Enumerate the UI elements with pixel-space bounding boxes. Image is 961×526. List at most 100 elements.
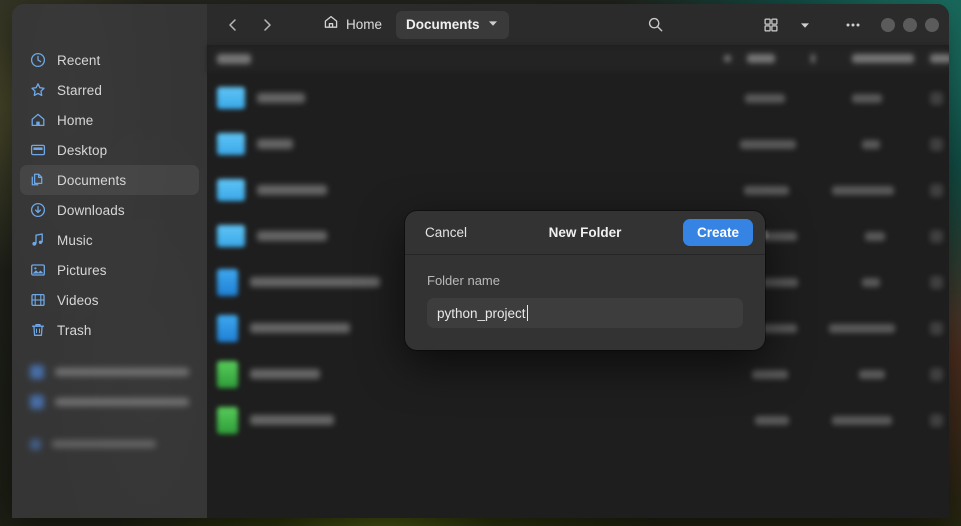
- network-icon: [30, 395, 44, 409]
- file-name-obscured: [257, 139, 293, 149]
- sidebar-item-obscured[interactable]: [20, 387, 199, 417]
- back-button[interactable]: [219, 11, 247, 39]
- network-icon: [30, 438, 41, 450]
- file-modified-obscured: [829, 323, 895, 333]
- search-button[interactable]: [641, 11, 669, 39]
- column-divider: [811, 54, 815, 63]
- pictures-icon: [30, 262, 46, 278]
- folder-name-input[interactable]: python_project: [427, 298, 743, 328]
- documents-icon: [30, 172, 46, 188]
- sidebar-item-label-obscured: [55, 368, 189, 376]
- sidebar-item-label: Starred: [57, 82, 102, 98]
- file-modified-obscured: [859, 369, 885, 379]
- file-badge-obscured: [930, 137, 943, 151]
- sidebar-item-obscured[interactable]: [20, 357, 199, 387]
- file-size-obscured: [755, 415, 789, 425]
- home-icon: [30, 112, 46, 128]
- column-header-modified[interactable]: [852, 54, 914, 63]
- file-modified-obscured: [865, 231, 885, 241]
- table-row[interactable]: [207, 75, 949, 121]
- file-badge-obscured: [930, 229, 943, 243]
- table-row[interactable]: [207, 351, 949, 397]
- breadcrumb-home[interactable]: Home: [315, 10, 390, 39]
- chevron-down-icon: [487, 16, 499, 34]
- sidebar-item-home[interactable]: Home: [20, 105, 199, 135]
- breadcrumb-current[interactable]: Documents: [396, 10, 509, 39]
- breadcrumb-current-label: Documents: [406, 17, 480, 32]
- file-size-obscured: [744, 185, 789, 195]
- videos-icon: [30, 292, 46, 308]
- file-modified-obscured: [832, 415, 892, 425]
- music-icon: [30, 232, 46, 248]
- doc-blue-icon: [217, 268, 238, 296]
- table-row[interactable]: [207, 167, 949, 213]
- sidebar-item-label: Recent: [57, 52, 101, 68]
- network-icon: [30, 365, 44, 379]
- sidebar-item-trash[interactable]: Trash: [20, 315, 199, 345]
- sidebar-item-label: Downloads: [57, 202, 125, 218]
- create-button[interactable]: Create: [682, 219, 753, 246]
- file-name-obscured: [250, 369, 320, 379]
- maximize-button[interactable]: [903, 17, 917, 32]
- cancel-button[interactable]: Cancel: [417, 220, 475, 245]
- file-name-obscured: [257, 93, 305, 103]
- sidebar-item-pictures[interactable]: Pictures: [20, 255, 199, 285]
- folder-icon: [217, 179, 245, 201]
- file-name-obscured: [250, 415, 334, 425]
- sidebar-item-videos[interactable]: Videos: [20, 285, 199, 315]
- folder-name-value: python_project: [437, 305, 526, 321]
- new-folder-dialog: Cancel New Folder Create Folder name pyt…: [405, 211, 765, 350]
- file-name-obscured: [250, 323, 350, 333]
- window-controls: [881, 17, 939, 32]
- breadcrumb-home-label: Home: [346, 17, 383, 32]
- desktop-icon: [30, 142, 46, 158]
- desktop-background: Recent Starred Home Desktop Documents Do…: [0, 0, 961, 526]
- file-name-obscured: [257, 185, 327, 195]
- file-modified-obscured: [862, 277, 880, 287]
- sidebar-item-documents[interactable]: Documents: [20, 165, 199, 195]
- grid-view-button[interactable]: [757, 11, 785, 39]
- minimize-button[interactable]: [881, 17, 895, 32]
- table-row[interactable]: [207, 121, 949, 167]
- sidebar-item-label: Home: [57, 112, 94, 128]
- doc-green-icon: [217, 406, 238, 434]
- view-options-button[interactable]: [791, 11, 819, 39]
- sidebar-item-recent[interactable]: Recent: [20, 45, 199, 75]
- sidebar-item-desktop[interactable]: Desktop: [20, 135, 199, 165]
- file-badge-obscured: [930, 91, 943, 105]
- close-button[interactable]: [925, 17, 939, 32]
- sidebar-item-starred[interactable]: Starred: [20, 75, 199, 105]
- main-menu-button[interactable]: [839, 11, 867, 39]
- folder-icon: [217, 225, 245, 247]
- forward-button[interactable]: [253, 11, 281, 39]
- file-badge-obscured: [930, 367, 943, 381]
- column-sort-indicator: [724, 55, 731, 62]
- download-icon: [30, 202, 46, 218]
- clock-icon: [30, 52, 46, 68]
- text-cursor: [526, 305, 528, 321]
- file-name-obscured: [250, 277, 380, 287]
- trash-icon: [30, 322, 46, 338]
- sidebar-item-downloads[interactable]: Downloads: [20, 195, 199, 225]
- sidebar-item-label: Music: [57, 232, 93, 248]
- table-row[interactable]: [207, 397, 949, 443]
- sidebar-separator: [20, 345, 199, 357]
- column-header-extra[interactable]: [930, 54, 949, 63]
- sidebar-item-label: Documents: [57, 172, 127, 188]
- file-modified-obscured: [862, 139, 880, 149]
- sidebar: Recent Starred Home Desktop Documents Do…: [12, 4, 207, 518]
- column-header-size[interactable]: [747, 54, 775, 63]
- sidebar-nav-list: Recent Starred Home Desktop Documents Do…: [12, 45, 207, 459]
- file-size-obscured: [752, 369, 788, 379]
- sidebar-item-obscured[interactable]: [20, 429, 199, 459]
- column-header-name[interactable]: [217, 53, 251, 64]
- file-badge-obscured: [930, 321, 943, 335]
- dialog-header: Cancel New Folder Create: [405, 211, 765, 255]
- sidebar-item-music[interactable]: Music: [20, 225, 199, 255]
- sidebar-item-label-obscured: [55, 398, 189, 406]
- sidebar-item-label: Trash: [57, 322, 92, 338]
- column-headers[interactable]: [207, 45, 949, 72]
- sidebar-item-label: Desktop: [57, 142, 108, 158]
- star-icon: [30, 82, 46, 98]
